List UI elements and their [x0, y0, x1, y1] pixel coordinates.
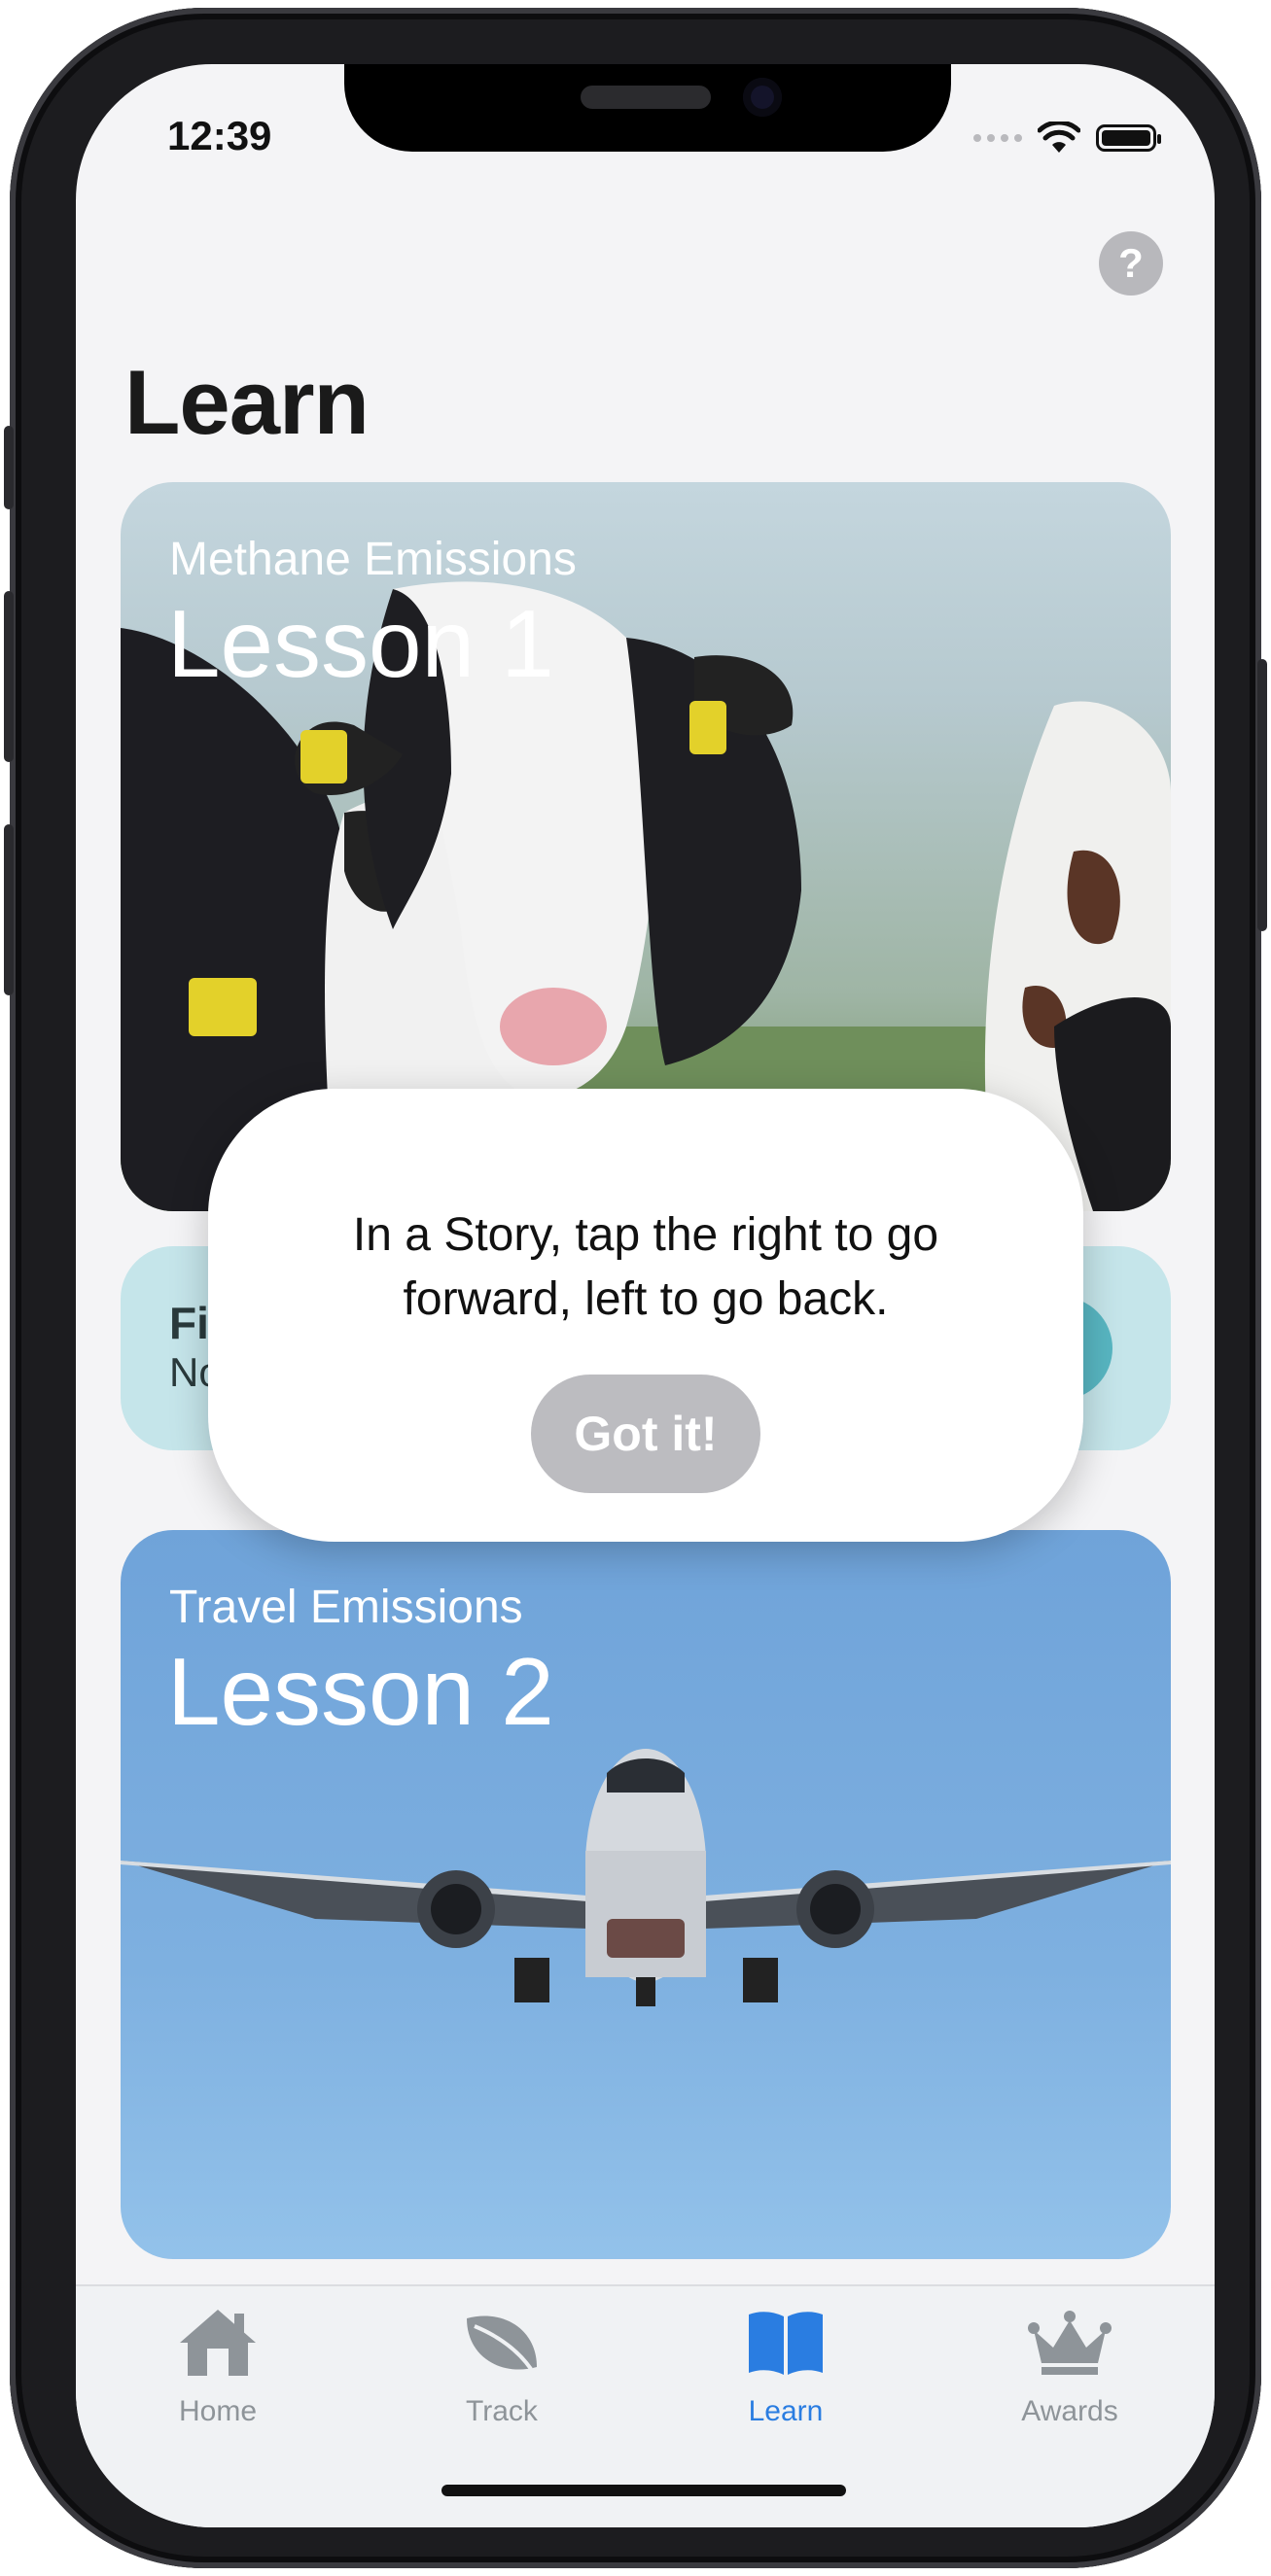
- front-camera: [743, 78, 782, 117]
- book-icon: [749, 2312, 823, 2375]
- house-icon: [180, 2310, 256, 2376]
- tab-home[interactable]: Home: [121, 2304, 315, 2428]
- tab-track-label: Track: [466, 2395, 538, 2427]
- wifi-icon: [1038, 122, 1080, 153]
- leaf-icon: [467, 2315, 537, 2371]
- tab-learn[interactable]: Learn: [688, 2304, 883, 2428]
- popup-message: In a Story, tap the right to go forward,…: [352, 1209, 939, 1325]
- tab-track[interactable]: Track: [405, 2304, 599, 2428]
- volume-down-button: [4, 824, 14, 995]
- screen: 12:39 ? Learn Methane Emissions Lesson 1…: [76, 64, 1215, 2527]
- lesson-card-2[interactable]: Travel Emissions Lesson 2: [121, 1530, 1171, 2259]
- question-mark-icon: ?: [1118, 240, 1144, 286]
- cellular-signal-icon: [973, 134, 1022, 142]
- story-card-title: Fi: [169, 1298, 209, 1348]
- page-title: Learn: [124, 351, 370, 453]
- got-it-button[interactable]: Got it!: [531, 1375, 760, 1493]
- tab-awards[interactable]: Awards: [972, 2304, 1167, 2428]
- power-button: [1257, 659, 1267, 931]
- lesson-2-title: Lesson 2: [167, 1638, 554, 1745]
- lesson-1-title: Lesson 1: [167, 590, 554, 697]
- home-indicator[interactable]: [441, 2485, 846, 2496]
- notch: [344, 64, 951, 152]
- volume-up-button: [4, 591, 14, 762]
- tab-home-label: Home: [178, 2395, 258, 2427]
- battery-icon: [1096, 124, 1161, 152]
- help-button[interactable]: ?: [1099, 231, 1163, 296]
- story-tip-popup: In a Story, tap the right to go forward,…: [208, 1089, 1083, 1542]
- speaker: [581, 86, 711, 109]
- tab-awards-label: Awards: [1021, 2395, 1118, 2427]
- silent-switch: [4, 426, 14, 509]
- status-indicators: [973, 119, 1161, 157]
- lesson-1-topic: Methane Emissions: [169, 534, 577, 585]
- lesson-2-topic: Travel Emissions: [169, 1582, 523, 1633]
- device-frame: 12:39 ? Learn Methane Emissions Lesson 1…: [4, 8, 1267, 2568]
- crown-icon: [1028, 2311, 1112, 2375]
- status-time: 12:39: [167, 113, 272, 158]
- tab-learn-label: Learn: [748, 2395, 824, 2427]
